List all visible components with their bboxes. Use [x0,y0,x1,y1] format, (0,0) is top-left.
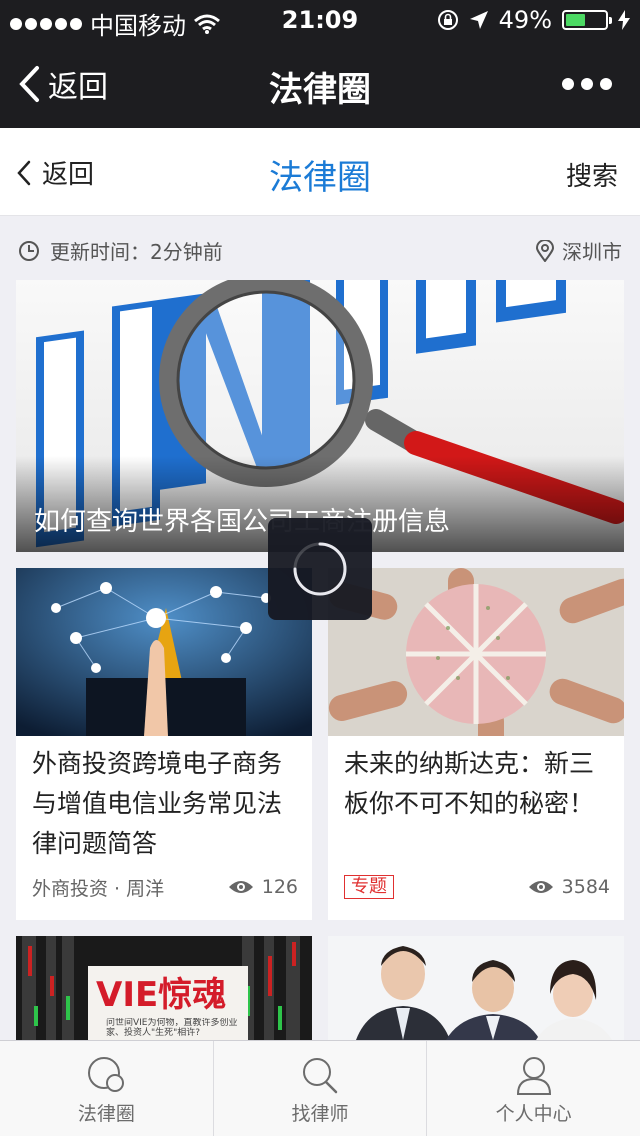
info-row: 更新时间：2分钟前 深圳市 [0,216,640,280]
vie-image-title: VIE惊魂 [96,975,227,1015]
article-card[interactable]: 外商投资跨境电子商务与增值电信业务常见法律问题简答 外商投资 · 周洋 126 [16,568,312,920]
clock-icon [19,240,39,261]
article-title: 未来的纳斯达克：新三板你不可不知的秘密！ [344,749,595,818]
article-card[interactable]: VIE惊魂 问世间VIE为何物，直教许多创业家、投资人"生死"相许? [16,936,312,1040]
tab-label: 找律师 [291,1103,349,1125]
battery-percent: 49% [498,6,552,34]
tab-find-lawyer[interactable]: 找律师 [214,1041,428,1136]
spinner-icon [293,542,347,596]
article-thumbnail [328,568,624,736]
view-count-value: 3584 [561,876,610,898]
location-arrow-icon [469,11,488,29]
article-title: 外商投资跨境电子商务与增值电信业务常见法律问题简答 [32,749,283,858]
topic-tag: 专题 [344,875,394,899]
update-time-text: 更新时间：2分钟前 [50,240,223,264]
tab-law-circle[interactable]: 法律圈 [0,1041,214,1136]
charging-icon [618,10,630,30]
eye-icon [528,881,553,893]
city-selector[interactable]: 深圳市 [536,236,622,265]
article-card[interactable] [328,936,624,1040]
circles-icon [88,1057,125,1092]
page-title: 法律圈 [269,158,371,198]
page-header: 返回 法律圈 搜索 [0,128,640,216]
view-count-value: 126 [261,876,298,898]
article-card[interactable]: 未来的纳斯达克：新三板你不可不知的秘密！ 专题 3584 [328,568,624,920]
status-right: 49% [437,6,630,34]
article-thumbnail [328,936,624,1040]
loading-spinner [268,518,372,620]
hero-caption: 如何查询世界各国公司工商注册信息 [34,507,451,537]
article-thumbnail: VIE惊魂 问世间VIE为何物，直教许多创业家、投资人"生死"相许? [16,936,312,1040]
rotation-lock-icon [437,10,458,30]
hero-article[interactable]: 如何查询世界各国公司工商注册信息 [16,280,624,552]
eye-icon [228,881,253,893]
article-meta: 外商投资 · 周洋 126 [32,874,298,900]
article-meta: 专题 3584 [344,874,610,900]
search-icon [303,1058,338,1094]
tab-bar: 法律圈 找律师 个人中心 [0,1040,640,1136]
vie-image-subtitle: 问世间VIE为何物，直教许多创业家、投资人"生死"相许? [106,1018,238,1036]
search-button[interactable]: 搜索 [566,156,618,193]
article-source: 外商投资 · 周洋 [32,877,165,900]
status-bar: 中国移动 21:09 49% [0,0,640,40]
view-count: 3584 [528,876,610,898]
location-pin-icon [536,239,554,262]
city-label: 深圳市 [562,240,622,264]
update-time: 更新时间：2分钟前 [18,236,223,265]
tab-label: 个人中心 [495,1103,572,1125]
view-count: 126 [228,876,298,898]
more-options-icon[interactable] [562,78,612,90]
user-icon [516,1057,551,1095]
battery-icon [562,10,612,30]
wechat-title: 法律圈 [269,70,371,110]
tab-personal-center[interactable]: 个人中心 [427,1041,640,1136]
tab-label: 法律圈 [77,1103,135,1125]
wechat-nav-bar: 返回 法律圈 [0,40,640,128]
